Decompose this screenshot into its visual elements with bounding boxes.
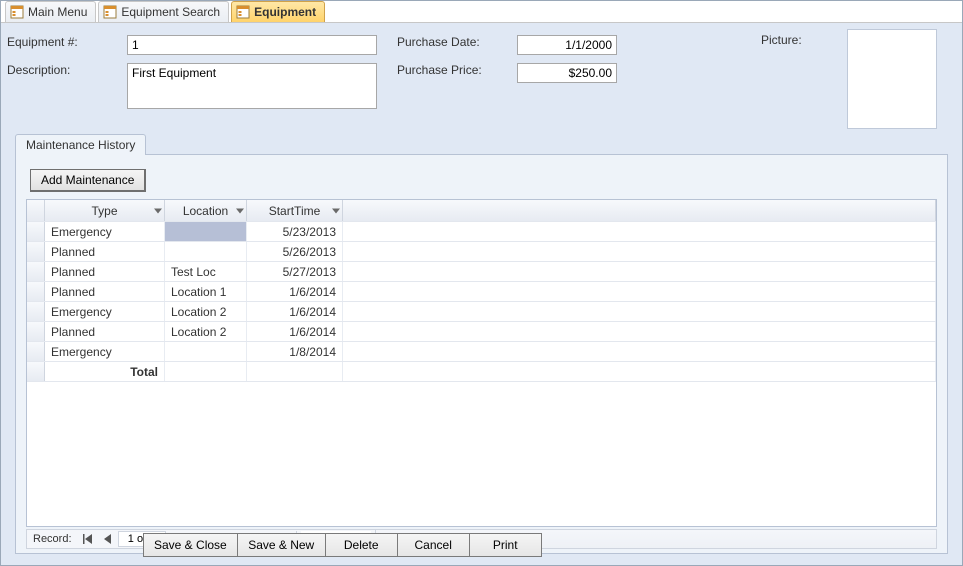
- cell-empty: [343, 262, 936, 281]
- row-selector[interactable]: [27, 302, 45, 321]
- purchase-price-field[interactable]: [517, 63, 617, 83]
- tab-label: Main Menu: [28, 5, 87, 19]
- cell-location[interactable]: Test Loc: [165, 262, 247, 281]
- nav-prev-icon[interactable]: [98, 530, 118, 548]
- cell-starttime[interactable]: 1/6/2014: [247, 322, 343, 341]
- purchase-date-field[interactable]: [517, 35, 617, 55]
- subform-wrap: Maintenance History Add Maintenance Type…: [15, 133, 948, 554]
- subform-tab-maintenance-history[interactable]: Maintenance History: [15, 134, 146, 155]
- tab-main-menu[interactable]: Main Menu: [5, 1, 96, 22]
- cell-location[interactable]: [165, 222, 247, 241]
- cell-type[interactable]: Emergency: [45, 302, 165, 321]
- cell-empty: [343, 302, 936, 321]
- cell-type[interactable]: Planned: [45, 282, 165, 301]
- record-label: Record:: [27, 533, 78, 545]
- cell-starttime[interactable]: 5/27/2013: [247, 262, 343, 281]
- chevron-down-icon[interactable]: [332, 208, 340, 213]
- form-icon: [103, 5, 117, 19]
- maintenance-datasheet[interactable]: Type Location StartTime Emergency 5/23/20…: [26, 199, 937, 527]
- row-selector[interactable]: [27, 282, 45, 301]
- cell-location[interactable]: Location 2: [165, 302, 247, 321]
- cell-empty: [343, 282, 936, 301]
- cell-empty: [343, 342, 936, 361]
- table-row[interactable]: PlannedLocation 21/6/2014: [27, 322, 936, 342]
- table-row[interactable]: PlannedLocation 11/6/2014: [27, 282, 936, 302]
- col-header-starttime[interactable]: StartTime: [247, 200, 343, 221]
- description-field[interactable]: [127, 63, 377, 109]
- picture-label: Picture:: [761, 33, 802, 47]
- datasheet-total-row: Total: [27, 362, 936, 382]
- cancel-button[interactable]: Cancel: [398, 533, 470, 557]
- nav-first-icon[interactable]: [78, 530, 98, 548]
- cell-type[interactable]: Planned: [45, 322, 165, 341]
- form-action-buttons: Save & Close Save & New Delete Cancel Pr…: [143, 533, 542, 557]
- cell-type[interactable]: Emergency: [45, 342, 165, 361]
- cell-empty: [343, 242, 936, 261]
- form-icon: [236, 5, 250, 19]
- cell-type[interactable]: Emergency: [45, 222, 165, 241]
- equipment-number-label: Equipment #:: [7, 35, 127, 49]
- cell-location[interactable]: [165, 242, 247, 261]
- table-row[interactable]: Planned 5/26/2013: [27, 242, 936, 262]
- form-body: Equipment #: Description: Purchase Date:…: [1, 23, 962, 531]
- tab-label: Equipment Search: [121, 5, 220, 19]
- total-label: Total: [45, 362, 165, 381]
- cell-starttime[interactable]: 5/26/2013: [247, 242, 343, 261]
- chevron-down-icon[interactable]: [154, 208, 162, 213]
- row-selector[interactable]: [27, 322, 45, 341]
- print-button[interactable]: Print: [470, 533, 542, 557]
- cell-location[interactable]: Location 2: [165, 322, 247, 341]
- save-new-button[interactable]: Save & New: [238, 533, 326, 557]
- save-close-button[interactable]: Save & Close: [143, 533, 238, 557]
- table-row[interactable]: EmergencyLocation 21/6/2014: [27, 302, 936, 322]
- select-all-corner[interactable]: [27, 200, 45, 221]
- add-maintenance-button[interactable]: Add Maintenance: [30, 169, 146, 192]
- col-header-rest: [343, 200, 936, 221]
- col-header-type[interactable]: Type: [45, 200, 165, 221]
- table-row[interactable]: Emergency 1/8/2014: [27, 342, 936, 362]
- row-selector[interactable]: [27, 342, 45, 361]
- cell-empty: [343, 322, 936, 341]
- cell-starttime[interactable]: 1/6/2014: [247, 302, 343, 321]
- row-selector[interactable]: [27, 262, 45, 281]
- document-tabstrip: Main Menu Equipment Search Equipment: [1, 1, 962, 23]
- table-row[interactable]: Emergency 5/23/2013: [27, 222, 936, 242]
- chevron-down-icon[interactable]: [236, 208, 244, 213]
- col-header-location[interactable]: Location: [165, 200, 247, 221]
- row-selector[interactable]: [27, 242, 45, 261]
- cell-starttime[interactable]: 5/23/2013: [247, 222, 343, 241]
- picture-box[interactable]: [847, 29, 937, 129]
- form-icon: [10, 5, 24, 19]
- cell-location[interactable]: Location 1: [165, 282, 247, 301]
- cell-starttime[interactable]: 1/8/2014: [247, 342, 343, 361]
- cell-starttime[interactable]: 1/6/2014: [247, 282, 343, 301]
- cell-type[interactable]: Planned: [45, 262, 165, 281]
- table-row[interactable]: PlannedTest Loc5/27/2013: [27, 262, 936, 282]
- equipment-number-field[interactable]: [127, 35, 377, 55]
- tab-equipment-search[interactable]: Equipment Search: [98, 1, 229, 22]
- equipment-window: Main Menu Equipment Search Equipment Equ…: [0, 0, 963, 566]
- cell-type[interactable]: Planned: [45, 242, 165, 261]
- subform-panel: Add Maintenance Type Location StartTime …: [15, 154, 948, 554]
- delete-button[interactable]: Delete: [326, 533, 398, 557]
- row-selector[interactable]: [27, 222, 45, 241]
- purchase-price-label: Purchase Price:: [397, 63, 517, 77]
- tab-label: Equipment: [254, 5, 316, 19]
- purchase-date-label: Purchase Date:: [397, 35, 517, 49]
- row-selector[interactable]: [27, 362, 45, 381]
- tab-equipment[interactable]: Equipment: [231, 1, 325, 22]
- cell-empty: [343, 222, 936, 241]
- description-label: Description:: [7, 63, 127, 77]
- cell-location[interactable]: [165, 342, 247, 361]
- datasheet-header: Type Location StartTime: [27, 200, 936, 222]
